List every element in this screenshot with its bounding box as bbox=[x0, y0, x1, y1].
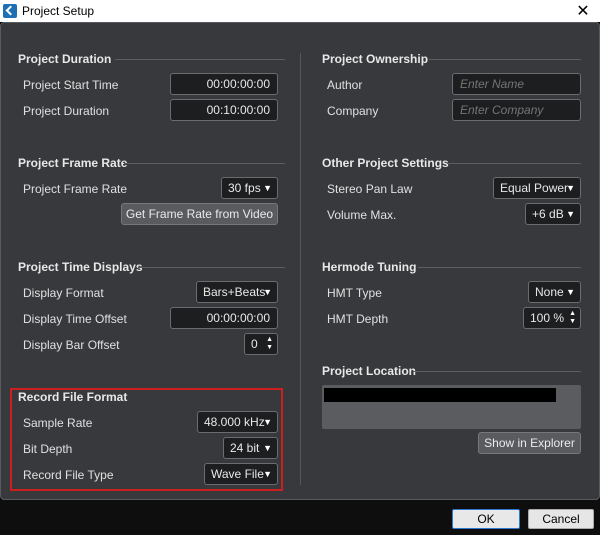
dialog-footer: OK Cancel bbox=[0, 500, 600, 535]
close-icon[interactable]: ✕ bbox=[574, 1, 592, 21]
section-divider bbox=[115, 59, 285, 60]
hmt-depth-label: HMT Depth bbox=[327, 312, 389, 326]
hmt-type-label: HMT Type bbox=[327, 286, 382, 300]
project-location-path-redacted bbox=[324, 388, 556, 402]
stereo-pan-law-label: Stereo Pan Law bbox=[327, 182, 413, 196]
window-title: Project Setup bbox=[22, 4, 95, 18]
chevron-down-icon: ▼ bbox=[566, 287, 575, 297]
cubase-app-icon bbox=[3, 4, 17, 18]
settings-panel: Project Duration Project Start Time 00:0… bbox=[0, 22, 600, 500]
section-title-project-ownership: Project Ownership bbox=[322, 52, 429, 66]
section-title-project-duration: Project Duration bbox=[18, 52, 112, 66]
section-divider bbox=[138, 267, 285, 268]
display-format-value: Bars+Beats bbox=[203, 285, 266, 299]
chevron-down-icon: ▼ bbox=[263, 183, 272, 193]
section-title-project-location: Project Location bbox=[322, 364, 417, 378]
display-time-offset-field[interactable]: 00:00:00:00 bbox=[170, 307, 278, 329]
hmt-depth-value: 100 % bbox=[530, 311, 565, 325]
dialog: Project Duration Project Start Time 00:0… bbox=[0, 22, 600, 535]
project-start-time-label: Project Start Time bbox=[23, 78, 119, 92]
frame-rate-value: 30 fps bbox=[228, 181, 261, 195]
author-field[interactable] bbox=[452, 73, 581, 95]
volume-max-label: Volume Max. bbox=[327, 208, 397, 222]
display-format-dropdown[interactable]: Bars+Beats ▼ bbox=[196, 281, 278, 303]
section-title-hermode-tuning: Hermode Tuning bbox=[322, 260, 417, 274]
project-duration-field[interactable]: 00:10:00:00 bbox=[170, 99, 278, 121]
section-divider bbox=[418, 267, 581, 268]
company-field[interactable] bbox=[452, 99, 581, 121]
column-divider bbox=[300, 53, 301, 485]
ok-button[interactable]: OK bbox=[452, 509, 520, 529]
section-divider bbox=[413, 371, 581, 372]
hmt-depth-stepper[interactable]: 100 % ▲ ▼ bbox=[523, 307, 581, 329]
section-divider bbox=[447, 163, 581, 164]
author-label: Author bbox=[327, 78, 363, 92]
chevron-down-icon: ▼ bbox=[566, 209, 575, 219]
section-title-other-project-settings: Other Project Settings bbox=[322, 156, 449, 170]
section-title-project-frame-rate: Project Frame Rate bbox=[18, 156, 128, 170]
hmt-type-dropdown[interactable]: None ▼ bbox=[528, 281, 581, 303]
section-divider bbox=[124, 163, 285, 164]
title-bar: Project Setup ✕ bbox=[0, 0, 600, 22]
hmt-type-value: None bbox=[535, 285, 564, 299]
show-in-explorer-button[interactable]: Show in Explorer bbox=[478, 432, 581, 454]
chevron-down-icon: ▼ bbox=[566, 183, 575, 193]
volume-max-dropdown[interactable]: +6 dB ▼ bbox=[525, 203, 581, 225]
section-title-project-time-displays: Project Time Displays bbox=[18, 260, 143, 274]
project-duration-label: Project Duration bbox=[23, 104, 110, 118]
company-label: Company bbox=[327, 104, 379, 118]
project-frame-rate-label: Project Frame Rate bbox=[23, 182, 128, 196]
stereo-pan-law-value: Equal Power bbox=[500, 181, 569, 195]
display-bar-offset-value: 0 bbox=[251, 337, 258, 351]
record-file-format-highlight bbox=[10, 388, 283, 491]
project-start-time-field[interactable]: 00:00:00:00 bbox=[170, 73, 278, 95]
chevron-down-icon: ▼ bbox=[263, 287, 272, 297]
display-bar-offset-stepper[interactable]: 0 ▲ ▼ bbox=[244, 333, 278, 355]
cancel-button[interactable]: Cancel bbox=[528, 509, 594, 529]
display-bar-offset-label: Display Bar Offset bbox=[23, 338, 120, 352]
display-time-offset-label: Display Time Offset bbox=[23, 312, 127, 326]
stereo-pan-law-dropdown[interactable]: Equal Power ▼ bbox=[493, 177, 581, 199]
stepper-arrows-icon: ▲ ▼ bbox=[569, 310, 576, 325]
get-frame-rate-from-video-button[interactable]: Get Frame Rate from Video bbox=[121, 203, 278, 225]
display-format-label: Display Format bbox=[23, 286, 104, 300]
frame-rate-dropdown[interactable]: 30 fps ▼ bbox=[221, 177, 278, 199]
stepper-arrows-icon: ▲ ▼ bbox=[266, 336, 273, 351]
volume-max-value: +6 dB bbox=[532, 207, 564, 221]
project-location-box bbox=[322, 385, 581, 429]
section-divider bbox=[429, 59, 581, 60]
